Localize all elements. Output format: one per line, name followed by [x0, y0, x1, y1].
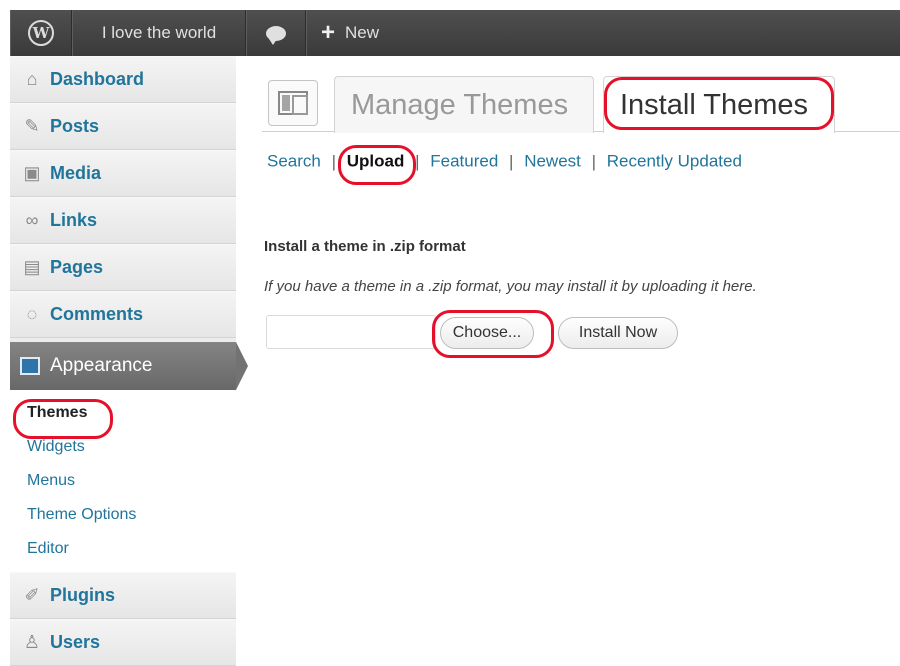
- submenu-item-widgets[interactable]: Widgets: [10, 430, 236, 464]
- sidebar-item-users[interactable]: ♙ Users: [10, 619, 236, 666]
- sidebar-item-pages[interactable]: ▤ Pages: [10, 244, 236, 291]
- new-content-menu[interactable]: + New: [306, 10, 393, 56]
- theme-file-path-field[interactable]: [266, 315, 436, 349]
- plus-icon: +: [321, 19, 336, 46]
- pushpin-icon: ✎: [24, 116, 40, 136]
- sidebar-item-plugins[interactable]: ✐ Plugins: [10, 572, 236, 619]
- theme-tabs: Manage Themes Install Themes: [262, 74, 900, 133]
- sidebar-item-links[interactable]: ∞ Links: [10, 197, 236, 244]
- chain-link-icon: ∞: [25, 210, 39, 230]
- install-now-button[interactable]: Install Now: [558, 317, 678, 349]
- sidebar-item-label: Plugins: [50, 585, 116, 605]
- submenu-item-menus[interactable]: Menus: [10, 464, 236, 498]
- appearance-submenu: Themes Widgets Menus Theme Options Edito…: [10, 390, 236, 572]
- upload-heading: Install a theme in .zip format: [264, 238, 466, 255]
- subnav-featured-link[interactable]: Featured: [430, 152, 498, 171]
- sidebar-item-label: Media: [50, 163, 102, 183]
- sidebar-item-label: Dashboard: [50, 69, 145, 89]
- admin-sidebar: ⌂ Dashboard ✎ Posts ▣ Media ∞ Links ▤ Pa…: [10, 56, 248, 666]
- sidebar-item-label: Pages: [50, 257, 104, 277]
- appearance-icon: [20, 357, 40, 375]
- tab-manage-themes[interactable]: Manage Themes: [334, 76, 594, 133]
- media-icon: ▣: [23, 163, 41, 183]
- site-name-link[interactable]: I love the world: [72, 10, 246, 56]
- wordpress-logo-icon: W: [28, 20, 54, 46]
- subnav-separator: |: [509, 151, 514, 171]
- users-icon: ♙: [23, 632, 41, 652]
- submenu-item-theme-options[interactable]: Theme Options: [10, 498, 236, 532]
- comment-icon: ◌: [26, 304, 38, 324]
- comments-link[interactable]: [246, 10, 306, 56]
- sidebar-item-label: Comments: [50, 304, 144, 324]
- subnav-separator: |: [331, 151, 337, 171]
- sidebar-item-media[interactable]: ▣ Media: [10, 150, 236, 197]
- wordpress-menu[interactable]: W: [10, 10, 72, 56]
- tab-install-themes[interactable]: Install Themes: [603, 76, 835, 133]
- themes-page-icon: [268, 80, 318, 126]
- new-label: New: [345, 23, 380, 42]
- sidebar-item-comments[interactable]: ◌ Comments: [10, 291, 236, 338]
- home-icon: ⌂: [26, 69, 38, 89]
- admin-bar: W I love the world + New: [10, 10, 900, 56]
- subnav-newest-link[interactable]: Newest: [524, 152, 581, 171]
- sidebar-item-label: Appearance: [50, 355, 153, 376]
- subnav-search-link[interactable]: Search: [267, 152, 321, 171]
- comment-bubble-icon: [266, 25, 286, 45]
- main-content: Manage Themes Install Themes Search | Up…: [262, 56, 900, 666]
- install-subnav: Search | Upload | Featured | Newest | Re…: [267, 151, 742, 172]
- pages-icon: ▤: [23, 257, 41, 277]
- subnav-separator: |: [415, 151, 420, 171]
- sidebar-item-label: Users: [50, 632, 101, 652]
- upload-description: If you have a theme in a .zip format, yo…: [264, 278, 757, 295]
- subnav-separator: |: [591, 151, 597, 171]
- sidebar-item-label: Posts: [50, 116, 100, 136]
- sidebar-item-posts[interactable]: ✎ Posts: [10, 103, 236, 150]
- submenu-item-themes[interactable]: Themes: [10, 396, 236, 430]
- sidebar-item-appearance[interactable]: Appearance: [10, 342, 248, 390]
- subnav-recently-updated-link[interactable]: Recently Updated: [607, 152, 742, 171]
- subnav-upload-link[interactable]: Upload: [347, 152, 405, 171]
- sidebar-item-label: Links: [50, 210, 98, 230]
- choose-file-button[interactable]: Choose...: [440, 317, 534, 349]
- sidebar-item-dashboard[interactable]: ⌂ Dashboard: [10, 56, 236, 103]
- plug-icon: ✐: [24, 585, 40, 605]
- submenu-item-editor[interactable]: Editor: [10, 532, 236, 566]
